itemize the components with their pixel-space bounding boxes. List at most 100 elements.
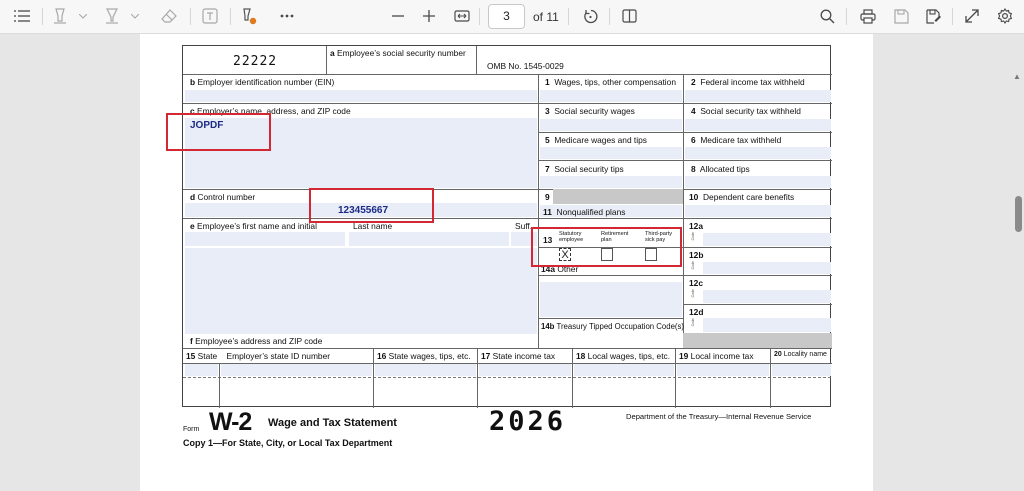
pdf-toolbar: 3 of 11 [0,0,1024,34]
box18-input[interactable] [574,364,674,376]
box7-label: Social security tips [554,164,624,174]
settings-icon[interactable] [996,6,1014,26]
box6-label: Medicare tax withheld [700,135,782,145]
scroll-up-arrow-icon[interactable]: ▲ [1013,72,1021,81]
box3-number: 3 [545,106,550,116]
form-label: Form [183,426,200,433]
page-count: of 11 [533,10,559,24]
form-code: 22222 [233,54,278,69]
box12b-input[interactable] [703,262,831,274]
last-name-input[interactable] [349,232,509,246]
form-code-box: 22222 [185,48,325,74]
highlight-dropdown-chevron-icon[interactable] [78,6,88,26]
box5-number: 5 [545,135,550,145]
box12b-code-label: Code [691,261,695,270]
sign-icon[interactable] [240,6,258,26]
employee-first-label: Employee’s first name and initial [197,221,317,231]
save-as-icon[interactable] [925,6,943,26]
print-icon[interactable] [859,6,877,26]
w2-form: 22222 a Employee’s social security numbe… [182,45,832,408]
suffix-label: Suff. [515,221,533,231]
box12c-input[interactable] [703,290,831,303]
box12a-code-label: Code [691,232,695,241]
box3-input[interactable] [540,119,682,131]
box6-input[interactable] [685,147,831,159]
expand-icon[interactable] [963,6,981,26]
omb-number: OMB No. 1545-0029 [487,61,564,71]
box19-input[interactable] [677,364,769,376]
save-icon[interactable] [892,6,910,26]
toolbar-separator [952,8,953,25]
highlight-icon[interactable] [52,6,68,26]
box2-input[interactable] [685,90,831,102]
box18-label: Local wages, tips, etc. [587,351,671,361]
erase-icon[interactable] [160,6,178,26]
box1-input[interactable] [540,90,682,102]
box10-number: 10 [689,192,699,202]
box20-input[interactable] [772,364,831,376]
box8-input[interactable] [685,176,831,188]
box16-label: State wages, tips, etc. [388,351,471,361]
search-icon[interactable] [818,6,836,26]
box12d-number: 12d [689,307,704,317]
toolbar-separator [230,8,231,25]
box17-number: 17 [481,351,491,361]
box10-input[interactable] [685,205,831,217]
box16-input[interactable] [375,364,476,376]
box15-number: 15 [186,351,196,361]
zoom-in-icon[interactable] [421,6,437,26]
box3-label: Social security wages [554,106,635,116]
draw-dropdown-chevron-icon[interactable] [130,6,140,26]
employee-first-letter: e [190,221,195,231]
tax-year: 2026 [489,406,567,437]
box4-label: Social security tax withheld [700,106,801,116]
ein-label: Employer identification number (EIN) [197,77,335,87]
box11-label: Nonqualified plans [556,207,626,217]
box7-input[interactable] [540,176,682,188]
box12a-input[interactable] [703,233,831,246]
vertical-scrollbar-thumb[interactable] [1015,196,1022,232]
toolbar-separator [479,8,480,25]
text-box-icon[interactable] [201,6,219,26]
state-input[interactable] [185,364,218,376]
employee-address-letter: f [190,336,193,346]
box17-input[interactable] [479,364,571,376]
state-id-input[interactable] [221,364,372,376]
form-title-w2: W-2 [209,408,252,436]
box4-input[interactable] [685,119,831,131]
employer-name-highlight [166,113,271,151]
ssn-label: Employee’s social security number [337,48,466,58]
box20-number: 20 [774,351,782,358]
box4-number: 4 [691,106,696,116]
draw-icon[interactable] [104,6,120,26]
contents-icon[interactable] [12,6,32,26]
employee-address-input[interactable] [185,248,537,334]
box13-highlight [531,227,682,267]
box1-label: Wages, tips, other compensation [554,77,676,87]
box9-number: 9 [545,192,550,202]
toolbar-separator [846,8,847,25]
box12c-number: 12c [689,278,703,288]
employee-first-name-input[interactable] [185,232,345,246]
control-number-highlight [309,188,434,223]
department-label: Department of the Treasury—Internal Reve… [626,412,812,421]
box8-label: Allocated tips [699,164,750,174]
rotate-icon[interactable] [581,6,599,26]
box5-input[interactable] [540,147,682,159]
box6-number: 6 [691,135,696,145]
box14a-input[interactable] [540,282,682,317]
page-number-input[interactable]: 3 [488,4,525,29]
fit-width-icon[interactable] [453,6,471,26]
page-view-icon[interactable] [620,6,638,26]
box18-number: 18 [576,351,586,361]
box2-label: Federal income tax withheld [700,77,805,87]
toolbar-separator [42,8,43,25]
more-icon[interactable] [278,6,296,26]
employee-address-label: Employee’s address and ZIP code [195,336,323,346]
zoom-out-icon[interactable] [390,6,406,26]
box12a-number: 12a [689,221,703,231]
ein-input[interactable] [185,90,537,102]
box12d-input[interactable] [703,318,831,332]
box10-label: Dependent care benefits [702,192,795,202]
box19-label: Local income tax [690,351,754,361]
